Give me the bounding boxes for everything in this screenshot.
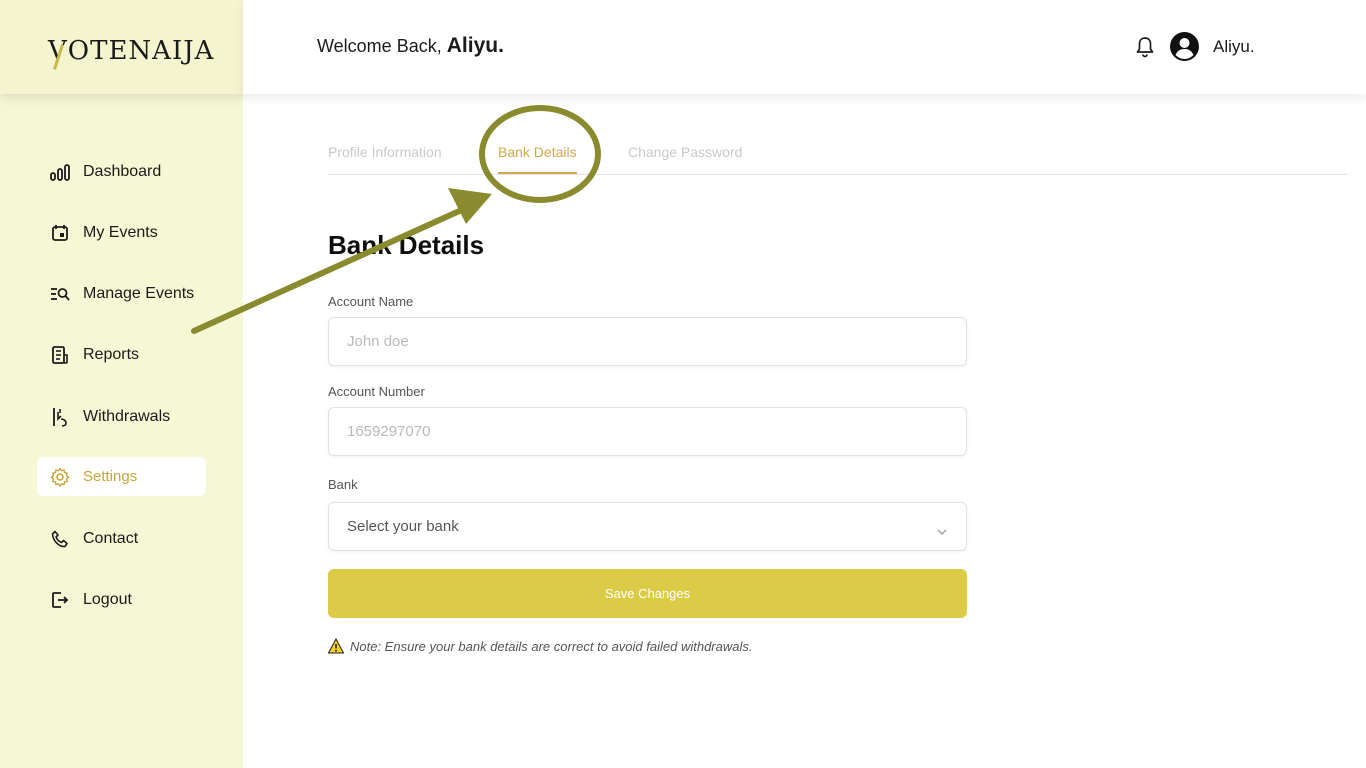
tab-profile-information[interactable]: Profile Information <box>328 144 442 160</box>
sidebar-item-contact[interactable]: Contact <box>37 519 206 558</box>
warning-icon <box>328 638 344 654</box>
note-text: Note: Ensure your bank details are corre… <box>350 638 753 654</box>
account-name-input[interactable] <box>328 317 967 366</box>
logout-icon <box>50 590 70 610</box>
sidebar-item-label: Manage Events <box>83 284 195 302</box>
top-header: Welcome Back, Aliyu. Aliyu. <box>243 0 1366 94</box>
bell-icon[interactable] <box>1135 36 1155 58</box>
sidebar-item-withdrawals[interactable]: Withdrawals <box>37 397 206 436</box>
logo-text: OTENAIJA <box>67 36 215 66</box>
bar-chart-icon <box>50 162 70 182</box>
bank-label: Bank <box>328 477 358 492</box>
tab-bank-details[interactable]: Bank Details <box>498 144 577 174</box>
bank-select-value: Select your bank <box>347 518 459 535</box>
sidebar-item-label: Settings <box>83 468 138 485</box>
sidebar-item-label: Contact <box>83 529 139 547</box>
phone-icon <box>50 529 70 549</box>
highlight-arrow-head <box>448 188 492 224</box>
sidebar-item-settings[interactable]: Settings <box>37 457 206 496</box>
chevron-down-icon <box>936 523 948 535</box>
sidebar-item-dashboard[interactable]: Dashboard <box>37 152 206 191</box>
gear-icon <box>50 467 70 487</box>
logo-initial: V <box>48 36 68 66</box>
sidebar-item-label: My Events <box>83 223 158 241</box>
sidebar-item-reports[interactable]: Reports <box>37 335 206 374</box>
sidebar-item-logout[interactable]: Logout <box>37 580 206 619</box>
bank-note: Note: Ensure your bank details are corre… <box>328 638 752 654</box>
page-title: Bank Details <box>328 230 485 260</box>
settings-tabs: Profile Information Bank Details Change … <box>328 130 1348 175</box>
save-changes-button[interactable]: Save Changes <box>328 569 967 618</box>
withdraw-icon <box>50 407 70 427</box>
account-number-label: Account Number <box>328 384 425 399</box>
sidebar-item-label: Dashboard <box>83 162 162 180</box>
sidebar-item-label: Logout <box>83 590 132 608</box>
sidebar-item-label: Reports <box>83 345 140 363</box>
account-number-input[interactable] <box>328 407 967 456</box>
sidebar <box>0 0 243 768</box>
user-name[interactable]: Aliyu. <box>1213 37 1255 57</box>
sidebar-item-my-events[interactable]: My Events <box>37 213 206 252</box>
tab-change-password[interactable]: Change Password <box>628 144 742 160</box>
welcome-message: Welcome Back, Aliyu. <box>317 34 504 58</box>
bank-select[interactable]: Select your bank <box>328 502 967 551</box>
calendar-icon <box>50 223 70 243</box>
sidebar-item-label: Withdrawals <box>83 407 171 425</box>
welcome-name: Aliyu. <box>446 34 504 57</box>
logo-area: VOTENAIJA <box>0 0 243 94</box>
avatar[interactable] <box>1170 32 1199 61</box>
logo[interactable]: VOTENAIJA <box>48 36 214 66</box>
sidebar-item-manage-events[interactable]: Manage Events <box>37 274 206 313</box>
search-list-icon <box>50 284 70 304</box>
account-name-label: Account Name <box>328 294 414 309</box>
document-icon <box>50 345 70 365</box>
welcome-prefix: Welcome Back, <box>317 36 442 56</box>
